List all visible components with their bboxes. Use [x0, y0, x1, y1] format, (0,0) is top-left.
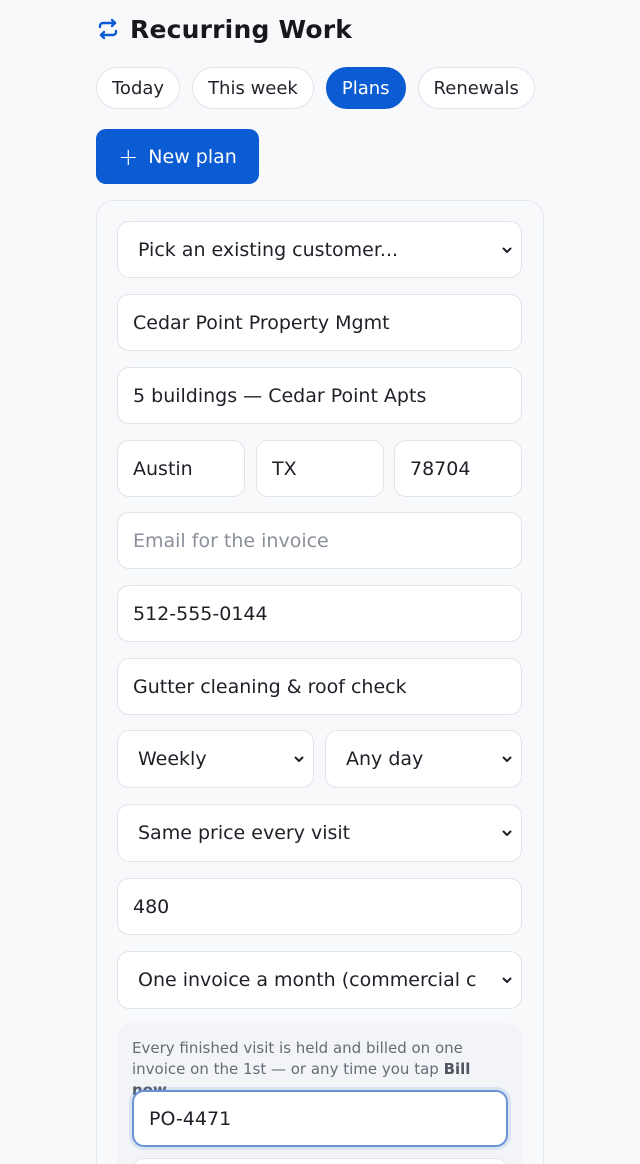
tab-this-week[interactable]: This week [192, 67, 314, 109]
tab-today[interactable]: Today [96, 67, 181, 109]
chevron-down-icon [294, 756, 304, 762]
day-value: Any day [346, 748, 424, 770]
page-title: Recurring Work [130, 14, 353, 44]
customer-name-field[interactable]: Cedar Point Property Mgmt [117, 294, 522, 351]
zip-field[interactable]: 78704 [394, 440, 522, 497]
next-field[interactable] [132, 1158, 508, 1164]
new-plan-button[interactable]: + New plan [96, 129, 259, 184]
billing-select[interactable]: One invoice a month (commercial c [117, 951, 522, 1009]
service-field[interactable]: Gutter cleaning & roof check [117, 658, 522, 715]
chevron-down-icon [502, 756, 512, 762]
pricing-select[interactable]: Same price every visit [117, 804, 522, 862]
tab-plans[interactable]: Plans [325, 67, 406, 109]
price-field[interactable]: 480 [117, 878, 522, 935]
repeat-icon [98, 18, 118, 40]
chevron-down-icon [502, 977, 512, 983]
phone-field[interactable]: 512-555-0144 [117, 585, 522, 642]
plus-icon: + [118, 142, 139, 171]
po-number-field[interactable]: PO-4471 [132, 1090, 508, 1147]
frequency-value: Weekly [138, 748, 207, 770]
customer-select[interactable]: Pick an existing customer... [117, 221, 522, 278]
tab-renewals[interactable]: Renewals [417, 67, 535, 109]
new-plan-label: New plan [148, 145, 237, 168]
notice-body: Every finished visit is held and billed … [132, 1039, 463, 1078]
pricing-value: Same price every visit [138, 822, 351, 844]
chevron-down-icon [502, 247, 512, 253]
frequency-select[interactable]: Weekly [117, 730, 314, 788]
site-field[interactable]: 5 buildings — Cedar Point Apts [117, 367, 522, 424]
email-field[interactable]: Email for the invoice [117, 512, 522, 569]
customer-select-value: Pick an existing customer... [138, 238, 399, 261]
page-header: Recurring Work [96, 12, 352, 46]
day-select[interactable]: Any day [325, 730, 522, 788]
chevron-down-icon [502, 830, 512, 836]
city-field[interactable]: Austin [117, 440, 245, 497]
billing-value: One invoice a month (commercial c [138, 969, 477, 991]
tab-bar: Today This week Plans Renewals [96, 67, 535, 109]
state-field[interactable]: TX [256, 440, 384, 497]
